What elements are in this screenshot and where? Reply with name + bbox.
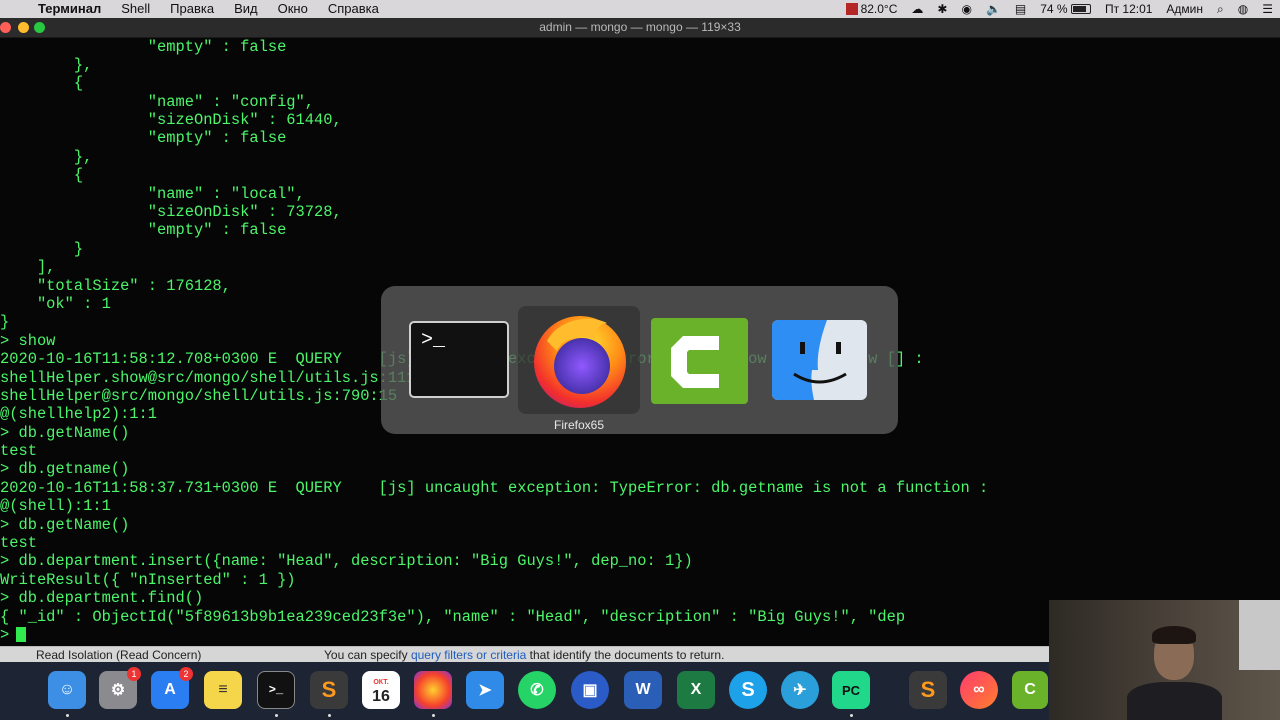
terminal-line: @(shell):1:1 xyxy=(0,497,111,515)
terminal-icon[interactable]: >_ xyxy=(409,321,509,398)
menu-window[interactable]: Окно xyxy=(268,0,318,18)
dock-camtasia-icon[interactable]: C xyxy=(1012,671,1048,709)
terminal-line: @(shellhelp2):1:1 xyxy=(0,405,158,423)
menubar: Терминал Shell Правка Вид Окно Справка 8… xyxy=(0,0,1280,18)
dock-finder-icon[interactable]: ☺ xyxy=(48,671,86,709)
terminal-line: > db.getname() xyxy=(0,460,130,478)
terminal-line: shellHelper@src/mongo/shell/utils.js:790… xyxy=(0,387,398,405)
dock-running-indicator xyxy=(850,714,853,717)
dock-word-icon[interactable]: W xyxy=(624,671,662,709)
notification-center-icon[interactable]: ☰ xyxy=(1255,2,1280,16)
webcam-overlay xyxy=(1049,600,1280,720)
terminal-line: > show xyxy=(0,332,56,350)
clock[interactable]: Пт 12:01 xyxy=(1098,2,1159,16)
terminal-line: > db.department.find() xyxy=(0,589,204,607)
flag-icon[interactable]: ▤ xyxy=(1008,2,1033,16)
terminal-line: "sizeOnDisk" : 73728, xyxy=(0,203,342,221)
terminal-prompt: > xyxy=(0,626,10,644)
prefs-badge: 1 xyxy=(127,667,141,681)
terminal-line: "name" : "local", xyxy=(0,185,305,203)
finder-icon[interactable] xyxy=(772,320,867,400)
temperature-value: 82.0°C xyxy=(860,2,898,16)
menubar-status-area: 82.0°C ☁ ✱ ◉ 🔈 ▤ 74 % Пт 12:01 Админ ⌕ ◍… xyxy=(839,0,1280,18)
read-isolation-link[interactable]: Read Isolation (Read Concern) xyxy=(36,647,201,663)
menu-shell[interactable]: Shell xyxy=(111,0,160,18)
menu-help[interactable]: Справка xyxy=(318,0,389,18)
docs-description: You can specify query filters or criteri… xyxy=(324,647,724,663)
battery-icon xyxy=(1070,4,1091,14)
terminal-line: }, xyxy=(0,56,93,74)
dock-pycharm-icon[interactable]: PC xyxy=(832,671,870,709)
terminal-line: > db.getName() xyxy=(0,516,130,534)
background-browser-strip: Read Isolation (Read Concern) You can sp… xyxy=(0,646,1050,662)
terminal-line: "empty" : false xyxy=(0,129,287,147)
dock-creative-cloud-icon[interactable]: ∞ xyxy=(960,671,998,709)
temperature-icon xyxy=(845,3,858,15)
terminal-line: "empty" : false xyxy=(0,221,287,239)
wifi-icon[interactable]: ◉ xyxy=(954,2,978,16)
dock-calendar-icon[interactable]: ОКТ. 16 xyxy=(362,671,400,709)
spotlight-icon[interactable]: ⌕ xyxy=(1210,2,1231,17)
docs-text-suffix: that identify the documents to return. xyxy=(526,648,725,662)
appstore-badge: 2 xyxy=(179,667,193,681)
menu-app-name[interactable]: Терминал xyxy=(30,0,111,18)
dock-telegram-icon[interactable]: ✈ xyxy=(781,671,819,709)
terminal-line: WriteResult({ "nInserted" : 1 }) xyxy=(0,571,296,589)
dock-running-indicator xyxy=(328,714,331,717)
terminal-line: } xyxy=(0,240,84,258)
terminal-cursor xyxy=(16,627,26,642)
dock-whatsapp-icon[interactable]: ✆ xyxy=(518,671,556,709)
docs-text-prefix: You can specify xyxy=(324,648,411,662)
dock-skype-icon[interactable]: S xyxy=(729,671,767,709)
firefox-icon[interactable] xyxy=(527,311,633,409)
finder-glyph xyxy=(772,320,867,400)
terminal-line: }, xyxy=(0,148,93,166)
terminal-line: } xyxy=(0,313,10,331)
window-title: admin — mongo — mongo — 119×33 xyxy=(539,20,741,34)
app-switcher-selected-label: Firefox65 xyxy=(553,418,605,432)
terminal-line: > db.getName() xyxy=(0,424,130,442)
dock-app-store-icon[interactable]: A2 xyxy=(151,667,193,709)
user-name[interactable]: Админ xyxy=(1159,2,1210,16)
temperature-status[interactable]: 82.0°C xyxy=(839,2,905,16)
camtasia-glyph xyxy=(671,336,719,388)
dock-sublime-icon[interactable]: S xyxy=(310,671,348,709)
terminal-line: test xyxy=(0,442,37,460)
dock-running-indicator xyxy=(66,714,69,717)
dock-firefox-icon[interactable] xyxy=(414,671,452,709)
terminal-line: 2020-10-16T11:58:37.731+0300 E QUERY [js… xyxy=(0,479,989,497)
dock-remote-icon[interactable]: ▣ xyxy=(571,671,609,709)
volume-icon[interactable]: 🔈 xyxy=(979,2,1008,16)
dock-notes-icon[interactable]: ≡ xyxy=(204,671,242,709)
terminal-line: test xyxy=(0,534,37,552)
dock-excel-icon[interactable]: X xyxy=(677,671,715,709)
query-filters-link[interactable]: query filters or criteria xyxy=(411,648,526,662)
battery-status[interactable]: 74 % xyxy=(1033,2,1098,16)
bluetooth-icon[interactable]: ✱ xyxy=(930,2,954,16)
terminal-line: { xyxy=(0,74,84,92)
dock-running-indicator xyxy=(275,714,278,717)
dock-sublime-icon-2[interactable]: S xyxy=(909,671,947,709)
terminal-line: { xyxy=(0,166,84,184)
cloud-icon[interactable]: ☁ xyxy=(904,2,930,16)
terminal-line: "empty" : false xyxy=(0,38,287,56)
terminal-line: "sizeOnDisk" : 61440, xyxy=(0,111,342,129)
terminal-line: { "_id" : ObjectId("5f89613b9b1ea239ced2… xyxy=(0,608,906,626)
camtasia-icon[interactable] xyxy=(651,318,748,404)
menu-view[interactable]: Вид xyxy=(224,0,268,18)
terminal-titlebar[interactable]: admin — mongo — mongo — 119×33 xyxy=(0,18,1280,38)
terminal-line: "name" : "config", xyxy=(0,93,315,111)
dock-terminal-icon[interactable]: >_ xyxy=(257,671,295,709)
calendar-day: 16 xyxy=(372,688,390,705)
dock-running-indicator xyxy=(432,714,435,717)
dock-system-preferences-icon[interactable]: ⚙ 1 xyxy=(99,667,141,709)
terminal-line: > db.department.insert({name: "Head", de… xyxy=(0,552,693,570)
siri-icon[interactable]: ◍ xyxy=(1231,2,1255,16)
dock-navigator-icon[interactable]: ➤ xyxy=(466,671,504,709)
menu-edit[interactable]: Правка xyxy=(160,0,224,18)
terminal-line: ], xyxy=(0,258,56,276)
terminal-line: "ok" : 1 xyxy=(0,295,111,313)
battery-value: 74 % xyxy=(1040,2,1068,16)
terminal-line: "totalSize" : 176128, xyxy=(0,277,231,295)
